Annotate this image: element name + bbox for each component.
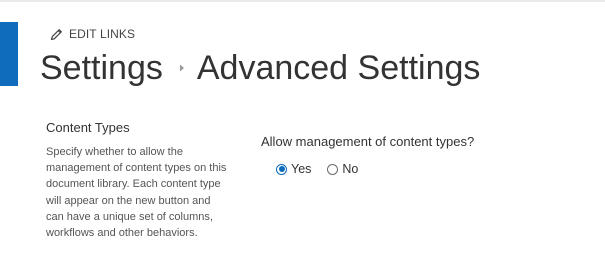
- radio-yes-option[interactable]: Yes: [276, 162, 311, 176]
- page-accent-bar: [0, 22, 18, 86]
- radio-yes-label: Yes: [291, 162, 312, 176]
- content-types-radio-group: Yes No: [276, 162, 374, 176]
- breadcrumb-settings-link[interactable]: Settings: [40, 48, 163, 88]
- section-description: Specify whether to allow the management …: [46, 146, 227, 240]
- radio-no[interactable]: [327, 163, 339, 175]
- radio-no-label: No: [342, 162, 359, 176]
- section-title: Content Types: [46, 120, 130, 135]
- page-title-breadcrumb: Settings Advanced Settings: [40, 48, 480, 88]
- radio-no-option[interactable]: No: [327, 162, 358, 176]
- edit-links-button[interactable]: EDIT LINKS: [50, 27, 135, 41]
- radio-yes[interactable]: [276, 163, 287, 175]
- page-title: Advanced Settings: [196, 49, 481, 87]
- top-divider: [0, 0, 605, 2]
- content-types-question: Allow management of content types?: [261, 134, 475, 149]
- pencil-icon: [50, 28, 63, 41]
- edit-links-label: EDIT LINKS: [69, 27, 136, 41]
- chevron-right-icon: [179, 64, 185, 72]
